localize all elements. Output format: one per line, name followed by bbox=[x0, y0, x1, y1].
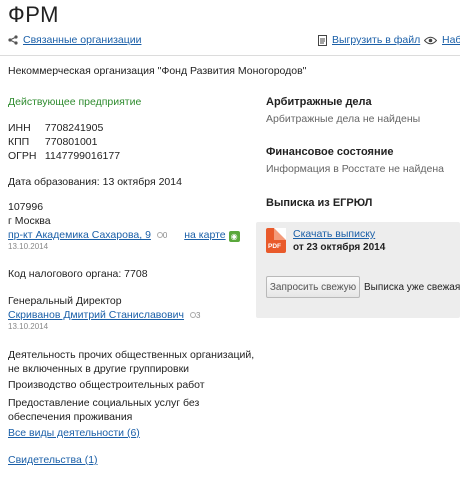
director-title: Генеральный Директор bbox=[8, 295, 122, 307]
ogrn-row: ОГРН 1147799016177 bbox=[8, 150, 120, 162]
activity-item: Производство общестроительных работ bbox=[8, 379, 205, 391]
address-count: 0 bbox=[162, 231, 168, 240]
related-orgs-label[interactable]: Связанные организации bbox=[23, 34, 141, 46]
pdf-icon-label: PDF bbox=[268, 243, 281, 250]
activity-item: Деятельность прочих общественных организ… bbox=[8, 348, 254, 376]
address-city: г Москва bbox=[8, 215, 51, 227]
status-label: Действующее предприятие bbox=[8, 96, 142, 108]
activity-line: обеспечения проживания bbox=[8, 411, 133, 423]
search-icon[interactable] bbox=[189, 312, 196, 318]
activity-line: Предоставление социальных услуг без bbox=[8, 397, 200, 409]
egrul-box: PDF Скачать выписку от 23 октября 2014 З… bbox=[256, 222, 460, 318]
ogrn-value: 1147799016177 bbox=[44, 150, 121, 162]
watch-link[interactable]: Набл bbox=[424, 34, 460, 46]
fresh-note: Выписка уже свежая bbox=[364, 282, 460, 293]
kpp-row: КПП 770801001 bbox=[8, 136, 97, 148]
director-count: 3 bbox=[195, 311, 201, 320]
toolbar: Связанные организации Выгрузить в файл Н… bbox=[0, 34, 460, 50]
share-icon bbox=[8, 35, 18, 45]
address-zip: 107996 bbox=[8, 201, 44, 213]
director-date: 13.10.2014 bbox=[8, 322, 49, 331]
eye-icon bbox=[424, 36, 437, 44]
certificates-link[interactable]: Свидетельства (1) bbox=[8, 454, 98, 466]
activity-item: Предоставление социальных услуг без обес… bbox=[8, 396, 199, 424]
download-extract-link[interactable]: Скачать выписку bbox=[293, 228, 375, 240]
document-icon bbox=[318, 34, 327, 46]
pdf-icon[interactable]: PDF bbox=[266, 228, 286, 253]
address-street-row: пр-кт Академика Сахарова, 9 0 на карте ◉ bbox=[8, 229, 240, 242]
watch-label[interactable]: Набл bbox=[442, 34, 460, 46]
inn-label: ИНН bbox=[8, 122, 31, 134]
tax-code: Код налогового органа: 7708 bbox=[8, 268, 148, 280]
activity-line: Деятельность прочих общественных организ… bbox=[8, 349, 255, 361]
kpp-value: 770801001 bbox=[44, 136, 98, 148]
extract-date: от 23 октября 2014 bbox=[293, 242, 386, 253]
header-divider bbox=[0, 55, 460, 56]
map-icon[interactable]: ◉ bbox=[228, 231, 240, 242]
address-street-link[interactable]: пр-кт Академика Сахарова, 9 bbox=[8, 229, 151, 241]
export-link[interactable]: Выгрузить в файл bbox=[318, 34, 420, 46]
founded-date: Дата образования: 13 октября 2014 bbox=[8, 176, 182, 188]
inn-row: ИНН 7708241905 bbox=[8, 122, 103, 134]
address-date: 13.10.2014 bbox=[8, 242, 49, 251]
activity-line: не включенных в другие группировки bbox=[8, 363, 190, 375]
arbitration-text: Арбитражные дела не найдены bbox=[266, 113, 421, 125]
export-label[interactable]: Выгрузить в файл bbox=[332, 34, 420, 46]
org-full-name: Некоммерческая организация "Фонд Развити… bbox=[8, 65, 307, 77]
all-activities-link[interactable]: Все виды деятельности (6) bbox=[8, 427, 140, 439]
request-fresh-button[interactable]: Запросить свежую bbox=[266, 276, 360, 298]
finance-title: Финансовое состояние bbox=[266, 146, 394, 158]
related-orgs-link[interactable]: Связанные организации bbox=[8, 34, 141, 46]
finance-text: Информация в Росстате не найдена bbox=[266, 163, 444, 175]
map-link[interactable]: на карте bbox=[184, 229, 225, 241]
director-row: Скриванов Дмитрий Станиславович 3 bbox=[8, 309, 200, 321]
director-name-link[interactable]: Скриванов Дмитрий Станиславович bbox=[8, 309, 184, 321]
egrul-title: Выписка из ЕГРЮЛ bbox=[266, 197, 373, 209]
search-icon[interactable] bbox=[156, 232, 163, 238]
ogrn-label: ОГРН bbox=[8, 150, 37, 162]
page-title: ФРМ bbox=[8, 2, 59, 27]
kpp-label: КПП bbox=[8, 136, 30, 148]
inn-value: 7708241905 bbox=[44, 122, 104, 134]
arbitration-title: Арбитражные дела bbox=[266, 96, 372, 108]
